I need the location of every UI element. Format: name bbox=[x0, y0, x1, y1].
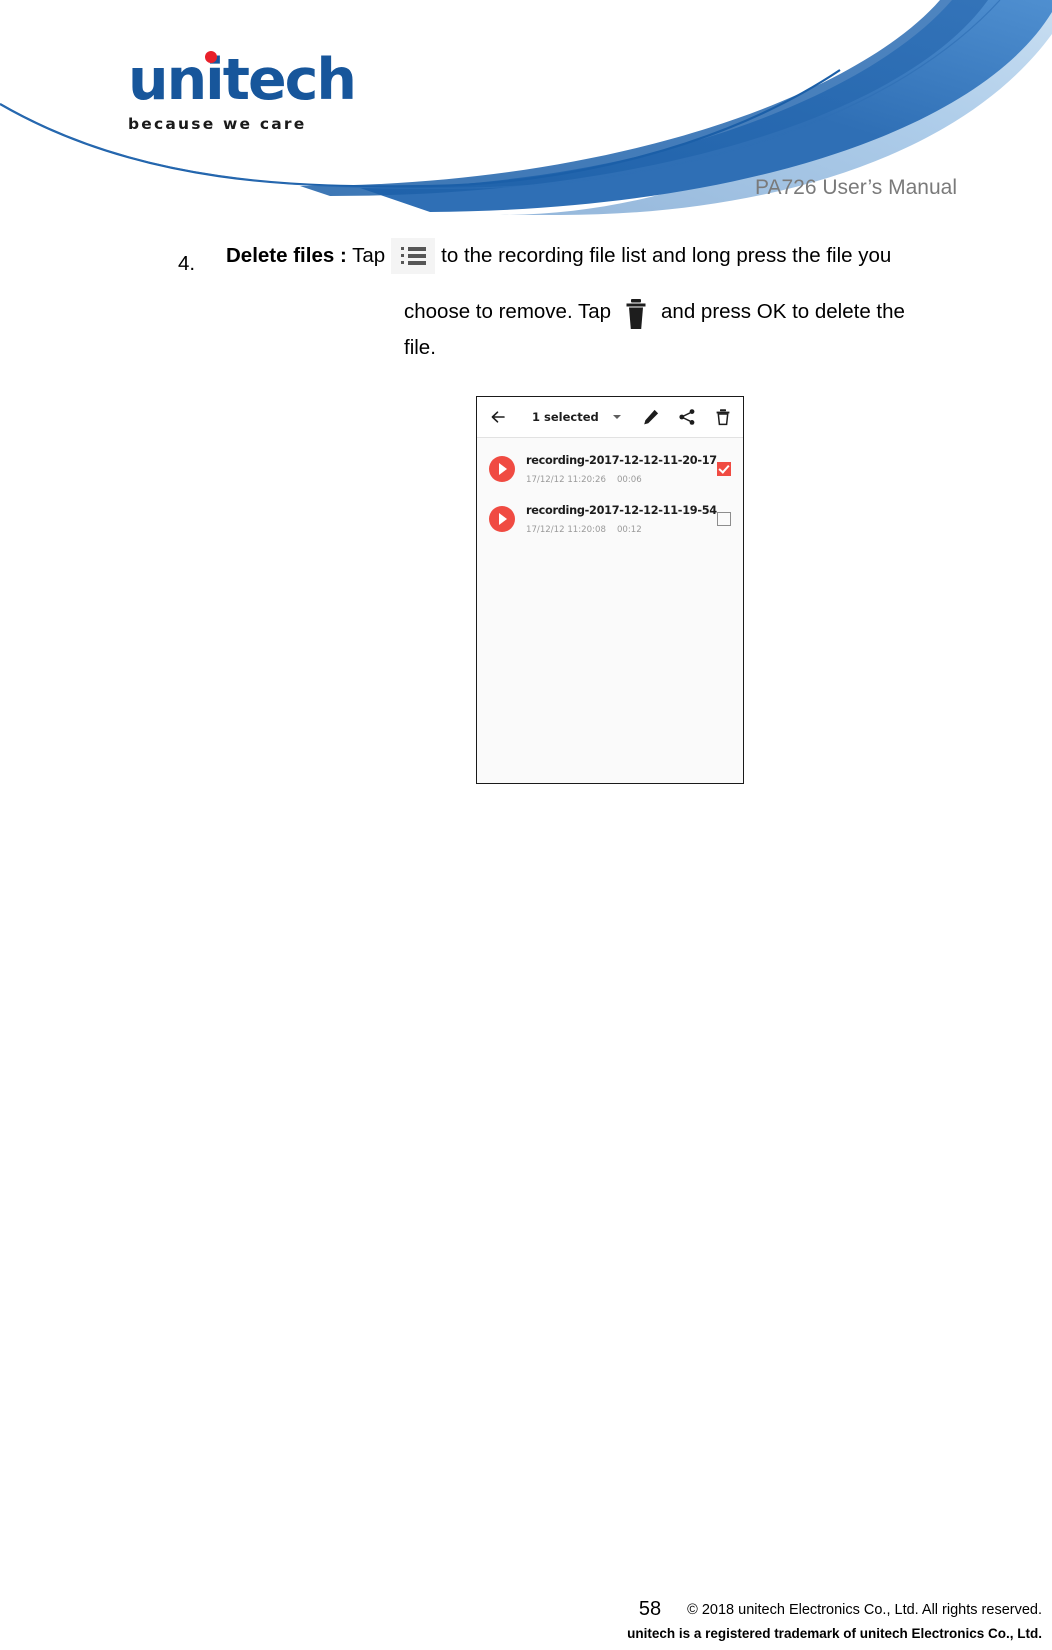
row-checkbox-unchecked[interactable] bbox=[717, 512, 731, 526]
page-footer: 58 © 2018 unitech Electronics Co., Ltd. A… bbox=[0, 1595, 1052, 1644]
logo-red-dot-icon bbox=[205, 51, 217, 63]
recording-file-list: recording-2017-12-12-11-20-17 17/12/12 1… bbox=[477, 438, 743, 544]
selection-count-label: 1 selected bbox=[532, 410, 599, 424]
unitech-logo: unitech because we care bbox=[128, 47, 358, 133]
footer-copyright-line: 58 © 2018 unitech Electronics Co., Ltd. A… bbox=[0, 1595, 1042, 1624]
recording-meta: 17/12/12 11:20:26 00:06 bbox=[526, 475, 642, 485]
step-label: Delete files : bbox=[226, 244, 347, 267]
recording-duration: 00:06 bbox=[616, 475, 642, 485]
copyright-text: © 2018 unitech Electronics Co., Ltd. All… bbox=[687, 1602, 1042, 1619]
share-icon[interactable] bbox=[678, 408, 696, 426]
recording-date: 17/12/12 11:20:26 bbox=[526, 475, 606, 485]
step-item-4: 4. Delete files : Tap to the recording f… bbox=[0, 238, 1052, 363]
manual-title: PA726 User’s Manual bbox=[755, 176, 957, 199]
list-item-text: recording-2017-12-12-11-20-17 17/12/12 1… bbox=[526, 451, 717, 487]
pencil-icon[interactable] bbox=[642, 408, 660, 426]
recording-name: recording-2017-12-12-11-19-54 bbox=[526, 504, 717, 517]
row-checkbox-checked[interactable] bbox=[717, 462, 731, 476]
step-second-line: choose to remove. Tap and press OK to de… bbox=[404, 296, 1044, 363]
page-number: 58 bbox=[638, 1598, 662, 1621]
recording-duration: 00:12 bbox=[616, 525, 642, 535]
page-header: unitech because we care PA726 User’s Man… bbox=[0, 0, 1052, 215]
step-text-e: file. bbox=[404, 336, 436, 359]
list-item[interactable]: recording-2017-12-12-11-20-17 17/12/12 1… bbox=[477, 444, 743, 494]
recording-date: 17/12/12 11:20:08 bbox=[526, 525, 606, 535]
logo-wordmark: unitech bbox=[128, 47, 357, 113]
step-text-d: and press OK to delete the bbox=[661, 300, 905, 323]
play-icon[interactable] bbox=[489, 456, 515, 482]
step-text-b: to the recording file list and long pres… bbox=[441, 244, 892, 267]
step-body: Delete files : Tap to the recording file… bbox=[226, 238, 1044, 274]
step-number: 4. bbox=[178, 252, 196, 275]
page-content: 4. Delete files : Tap to the recording f… bbox=[0, 238, 1052, 363]
footer-trademark-line: unitech is a registered trademark of uni… bbox=[627, 1626, 1042, 1642]
list-item-text: recording-2017-12-12-11-19-54 17/12/12 1… bbox=[526, 501, 717, 537]
screenshot-toolbar: 1 selected bbox=[477, 397, 743, 438]
trash-icon bbox=[623, 298, 649, 332]
list-icon bbox=[391, 238, 436, 274]
step-text-c: choose to remove. Tap bbox=[404, 300, 612, 323]
arrow-left-icon[interactable] bbox=[488, 407, 508, 427]
list-item[interactable]: recording-2017-12-12-11-19-54 17/12/12 1… bbox=[477, 494, 743, 544]
step-text-a: Tap bbox=[352, 244, 386, 267]
play-icon[interactable] bbox=[489, 506, 515, 532]
recording-meta: 17/12/12 11:20:08 00:12 bbox=[526, 525, 642, 535]
recording-name: recording-2017-12-12-11-20-17 bbox=[526, 454, 717, 467]
recorder-screenshot: 1 selected recording-2017-12-12-11-20-17… bbox=[476, 396, 744, 784]
trash-icon[interactable] bbox=[714, 408, 732, 426]
logo-tagline: because we care bbox=[128, 115, 307, 133]
chevron-down-icon[interactable] bbox=[612, 415, 621, 419]
